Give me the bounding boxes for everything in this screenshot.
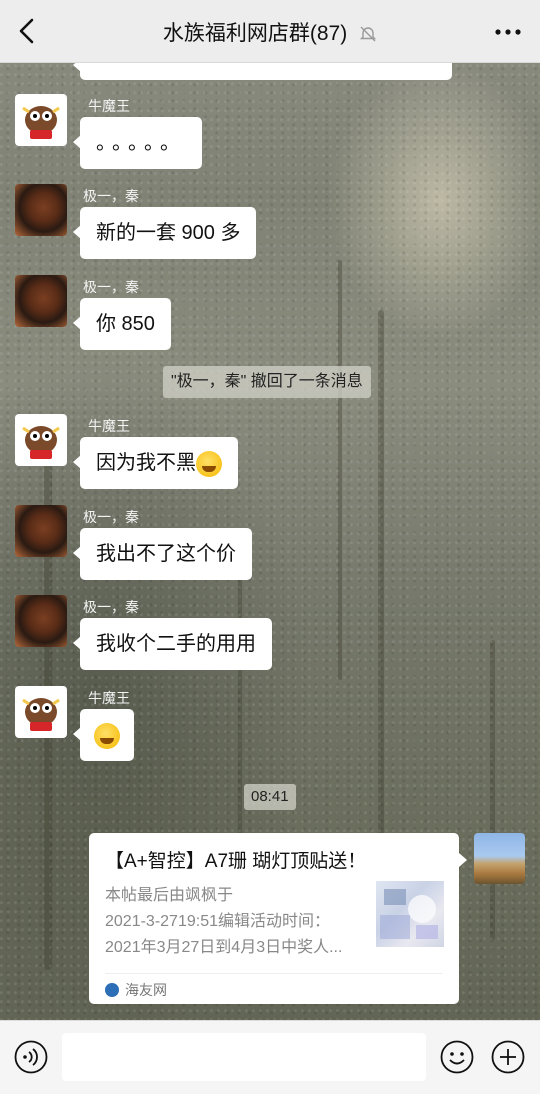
message-input[interactable]	[62, 1033, 426, 1081]
link-card[interactable]: 【A+智控】A7珊 瑚灯顶贴送！ 本帖最后由飒枫于 2021-3-2719:51…	[89, 833, 467, 1004]
avatar[interactable]	[15, 184, 67, 236]
cow-mascot-icon	[22, 698, 60, 731]
input-bar	[0, 1020, 540, 1094]
laugh-cry-emoji-icon	[196, 450, 222, 477]
voice-icon[interactable]	[14, 1040, 48, 1074]
chat-header: 水族福利网店群(87)	[0, 0, 540, 63]
link-card-title: 【A+智控】A7珊 瑚灯顶贴送！	[105, 851, 367, 872]
avatar[interactable]	[15, 595, 67, 647]
chat-area[interactable]: 牛魔王 。。。。。 极一，秦 新的一套 900 多 极一，秦 你 850 "极一…	[0, 62, 540, 1020]
divider	[105, 973, 443, 974]
sender-name: 牛魔王	[88, 98, 130, 114]
sender-name: 极一，秦	[83, 509, 139, 525]
source-logo-icon	[105, 983, 119, 997]
message-bubble[interactable]: 新的一套 900 多	[72, 207, 257, 259]
plus-icon[interactable]	[491, 1040, 525, 1074]
sender-name: 极一，秦	[83, 279, 139, 295]
message-bubble[interactable]: 我收个二手的用用	[73, 618, 272, 670]
sender-name: 极一，秦	[83, 188, 139, 204]
link-card-description: 本帖最后由飒枫于 2021-3-2719:51编辑活动时间： 2021年3月27…	[105, 883, 361, 961]
avatar[interactable]	[15, 414, 67, 466]
sender-name: 牛魔王	[88, 418, 130, 434]
message-bubble[interactable]	[73, 709, 134, 761]
time-divider: 08:41	[244, 784, 296, 810]
emoji-icon[interactable]	[440, 1040, 474, 1074]
my-avatar[interactable]	[474, 833, 525, 884]
laugh-cry-emoji-icon	[94, 722, 120, 749]
avatar[interactable]	[15, 275, 67, 327]
link-card-source-name: 海友网	[125, 982, 167, 998]
avatar[interactable]	[15, 505, 67, 557]
message-bubble[interactable]: 你 850	[73, 298, 171, 350]
link-card-desc-line: 本帖最后由飒枫于	[105, 887, 234, 904]
bell-muted-icon	[359, 26, 377, 42]
sender-name: 极一，秦	[83, 599, 139, 615]
message-bubble[interactable]: 。。。。。	[73, 117, 202, 169]
message-bubble[interactable]: 因为我不黑	[73, 437, 238, 489]
link-card-source: 海友网	[105, 980, 167, 1000]
system-notice: "极一，秦" 撤回了一条消息	[163, 366, 371, 398]
message-bubble-partial[interactable]	[73, 62, 452, 80]
link-card-desc-line: 2021-3-2719:51编辑活动时间：	[105, 913, 330, 930]
link-card-thumbnail	[376, 881, 444, 947]
sender-name: 牛魔王	[88, 690, 130, 706]
chat-title-text: 水族福利网店群(87)	[162, 22, 348, 45]
avatar[interactable]	[15, 686, 67, 738]
chat-title: 水族福利网店群(87)	[0, 17, 540, 47]
message-text: 因为我不黑	[96, 452, 196, 474]
cow-mascot-icon	[22, 426, 60, 459]
message-bubble[interactable]: 我出不了这个价	[73, 528, 252, 580]
more-dots-icon[interactable]	[494, 22, 522, 42]
avatar[interactable]	[15, 94, 67, 146]
cow-mascot-icon	[22, 106, 60, 139]
link-card-desc-line: 2021年3月27日到4月3日中奖人...	[105, 939, 343, 956]
